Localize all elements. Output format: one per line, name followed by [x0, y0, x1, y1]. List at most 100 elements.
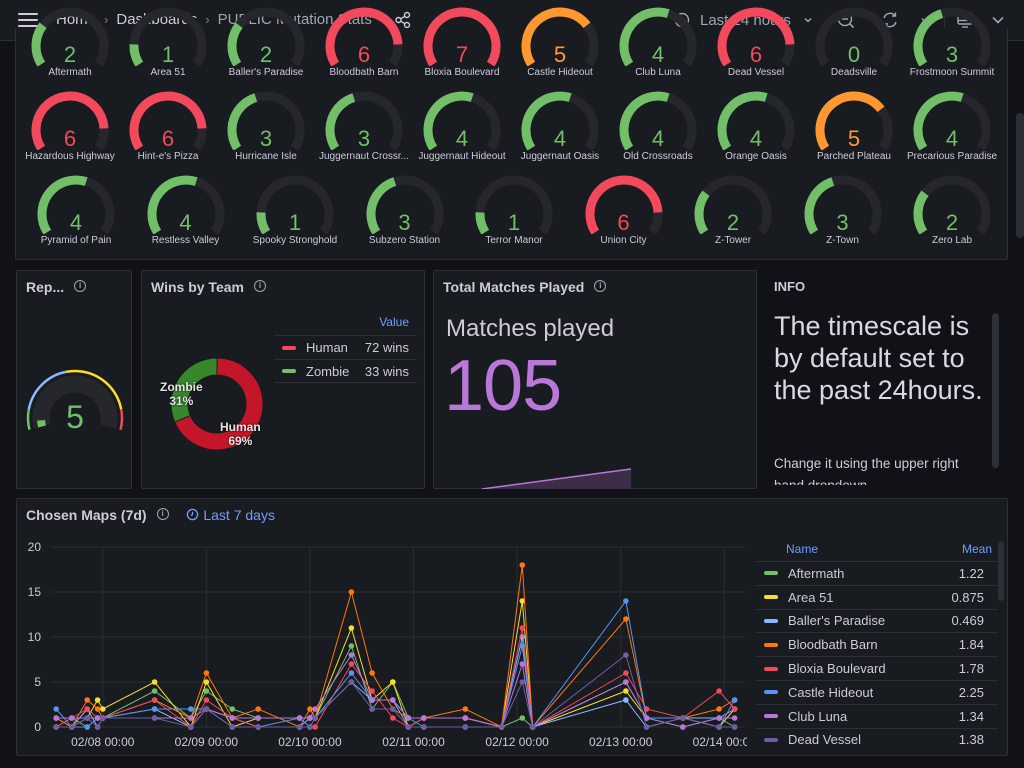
panel-title: Rep... i — [26, 279, 87, 295]
gauge-label: Terror Manor — [485, 235, 543, 246]
gauge-value: 4 — [69, 210, 83, 235]
data-point — [229, 724, 236, 730]
wins-by-team-panel: Wins by Team i Zombie 31% Human 69% Value H… — [141, 270, 425, 489]
legend-swatch — [282, 369, 296, 373]
series-bloxia-boulevard — [53, 625, 738, 730]
gauge-label: Union City — [600, 235, 647, 246]
total-matches-panel: Total Matches Played i Matches played 105 — [433, 270, 757, 489]
slice-label-zombie: Zombie 31% — [160, 380, 203, 408]
legend-item[interactable]: Bloxia Boulevard 1.78 — [756, 656, 998, 680]
legend-item[interactable]: Club Luna 1.34 — [756, 703, 998, 728]
gauge-label: Dead Vessel — [727, 67, 785, 78]
legend-item[interactable]: Area 51 0.875 — [756, 584, 998, 609]
legend-item[interactable]: Castle Hideout 2.25 — [756, 679, 998, 704]
gauge-label: Z-Tower — [714, 235, 752, 246]
data-point — [369, 697, 375, 703]
gauge-label: Hint-e's Pizza — [137, 151, 199, 162]
map-gauge: 3 Frostmoon Summit — [904, 6, 1000, 82]
legend-header-value[interactable]: Value — [274, 311, 417, 335]
data-point — [229, 706, 236, 712]
info-icon[interactable]: i — [156, 508, 169, 521]
legend-name: Aftermath — [788, 565, 845, 581]
data-point — [312, 706, 318, 712]
x-tick-label: 02/13 00:00 — [589, 735, 653, 749]
map-gauge: 3 Subzero Station — [357, 174, 453, 250]
data-point — [369, 706, 375, 712]
legend-item[interactable]: Dead Vessel 1.38 — [756, 727, 998, 752]
data-point — [462, 724, 469, 730]
legend-mean: 1.34 — [958, 708, 984, 724]
data-point — [498, 724, 505, 730]
data-point — [99, 706, 106, 712]
data-point — [348, 625, 355, 631]
gauge-value: 3 — [836, 210, 849, 235]
legend-item[interactable]: Human 72 wins — [274, 335, 417, 359]
data-point — [312, 724, 318, 730]
data-point — [348, 643, 355, 649]
map-gauge: 2 Zero Lab — [904, 174, 1000, 250]
map-gauge: 4 Juggernaut Oasis — [512, 90, 608, 166]
legend-item[interactable]: Baller's Paradise 0.469 — [756, 608, 998, 633]
legend-mean: 0.875 — [951, 589, 984, 605]
info-icon[interactable]: i — [74, 280, 87, 293]
time-override[interactable]: Last 7 days — [186, 507, 275, 523]
data-point — [348, 661, 355, 667]
info-scrollbar[interactable] — [992, 313, 999, 468]
data-point — [462, 715, 469, 721]
gauge-value: 1 — [288, 210, 302, 235]
info-body: Change it using the upper right hand dro… — [774, 456, 959, 485]
data-point — [203, 670, 210, 676]
gauge-label: Subzero Station — [368, 235, 441, 246]
gauge-value: 6 — [357, 42, 371, 67]
data-point — [390, 706, 396, 712]
data-point — [519, 661, 526, 667]
legend-mean: 1.38 — [958, 732, 984, 748]
gauge-value: 2 — [63, 42, 77, 67]
legend-header-mean[interactable]: Mean — [962, 539, 998, 561]
gauge-value: 3 — [357, 126, 371, 151]
map-gauge: 6 Union City — [576, 174, 672, 250]
data-point — [151, 715, 158, 721]
data-point — [307, 724, 313, 730]
map-gauge: 5 Castle Hideout — [512, 6, 608, 82]
y-tick-label: 20 — [28, 540, 42, 554]
legend-name: Castle Hideout — [788, 684, 874, 700]
gauge-value: 2 — [945, 210, 959, 235]
legend-scrollbar[interactable] — [998, 541, 1004, 601]
data-point — [623, 616, 629, 622]
legend-swatch — [764, 737, 778, 742]
page-scrollbar[interactable] — [1016, 113, 1024, 238]
x-tick-label: 02/12 00:00 — [485, 735, 549, 749]
info-icon[interactable]: i — [594, 280, 607, 293]
legend-header-name[interactable]: Name — [756, 539, 962, 561]
info-icon[interactable]: i — [253, 280, 266, 293]
data-point — [84, 697, 91, 703]
timeseries-legend: Name Mean Aftermath 1.22 Area 51 0.875 Balle… — [756, 539, 998, 751]
data-point — [94, 706, 101, 712]
gauge-value: 0 — [847, 42, 861, 67]
data-point — [390, 697, 396, 703]
data-point — [390, 679, 396, 685]
data-point — [68, 724, 75, 730]
y-tick-label: 15 — [28, 585, 42, 599]
pie-legend: Value Human 72 wins Zombie 33 wins — [274, 311, 417, 383]
data-point — [529, 724, 536, 730]
legend-item[interactable]: Bloodbath Barn 1.84 — [756, 632, 998, 656]
data-point — [731, 724, 738, 730]
data-point — [731, 715, 738, 721]
legend-swatch — [764, 571, 778, 576]
data-point — [680, 724, 686, 730]
map-gauge: 3 Juggernaut Crossr... — [316, 90, 412, 166]
data-point — [519, 679, 526, 685]
gauge-value: 4 — [749, 126, 763, 151]
legend-item[interactable]: Zombie 33 wins — [274, 359, 417, 383]
legend-item[interactable]: Aftermath 1.22 — [756, 561, 998, 585]
panel-title: INFO — [774, 279, 806, 294]
sparkline — [481, 468, 632, 489]
gauge-value: 6 — [161, 126, 175, 151]
data-point — [405, 715, 412, 721]
map-gauge: 1 Terror Manor — [466, 174, 562, 250]
map-gauge: 4 Precarious Paradise — [904, 90, 1000, 166]
gauge-label: Area 51 — [150, 67, 186, 78]
info-heading: The timescale is by default set to the p… — [774, 311, 983, 405]
